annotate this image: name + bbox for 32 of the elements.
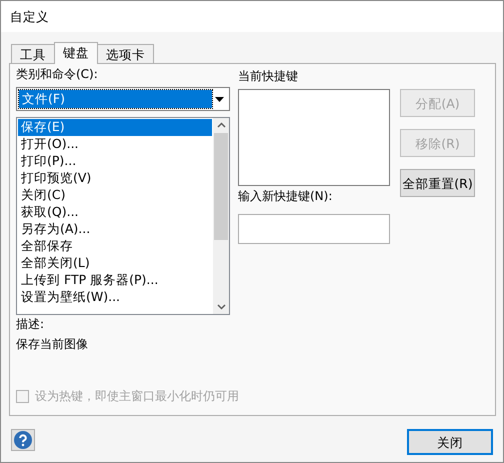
window-title: 自定义	[10, 9, 49, 24]
tab[interactable]: 选项卡	[97, 44, 154, 63]
help-icon	[14, 430, 32, 448]
list-item[interactable]: 打开(O)...	[18, 136, 212, 154]
list-item[interactable]: 关闭(C)	[18, 187, 212, 204]
description-text: 保存当前图像	[16, 336, 89, 352]
list-item[interactable]: 设置为壁纸(W)...	[18, 289, 212, 306]
list-item[interactable]: 上传到 FTP 服务器(P)...	[18, 272, 212, 290]
dropdown-arrow-icon	[215, 96, 224, 102]
list-item[interactable]: 获取(Q)...	[18, 204, 212, 222]
description-label: 描述:	[16, 317, 46, 332]
list-item[interactable]: 打印(P)...	[18, 153, 212, 170]
scrollbar[interactable]	[213, 118, 229, 314]
command-list[interactable]: 保存(E) 打开(O)... 打印(P)... 打印预览(V) 关闭(C) 获取(Q)... 另存为(A)... 全部保存 全部关闭(L) 上传到 FTP 服务器(P)... 设置为壁纸(W)...	[16, 117, 230, 316]
shortcut-input-field[interactable]	[238, 214, 390, 244]
tab[interactable]: 工具	[11, 44, 55, 63]
list-item[interactable]: 全部保存	[18, 238, 212, 256]
list-item[interactable]: 保存(E)	[18, 119, 212, 136]
field-label: 当前快捷键	[238, 69, 299, 84]
tab[interactable]: 键盘	[54, 42, 98, 64]
reset-all-button[interactable]: 全部重置(R)	[400, 169, 475, 197]
category-dropdown[interactable]: 文件(F)	[16, 87, 230, 112]
close-button[interactable]: 关闭	[407, 429, 493, 455]
list-item[interactable]: 另存为(A)...	[18, 221, 212, 238]
field-label: 输入新快捷键(N):	[238, 189, 334, 204]
list-item[interactable]: 打印预览(V)	[18, 170, 212, 188]
help-button[interactable]	[11, 428, 35, 450]
current-shortcut-list[interactable]	[238, 89, 390, 186]
list-item[interactable]: 全部关闭(L)	[18, 255, 212, 272]
field-label: 类别和命令(C):	[16, 67, 99, 82]
checkbox-label: 设为热键，即使主窗口最小化时仍可用	[35, 389, 239, 404]
scrollbar-thumb[interactable]	[214, 133, 228, 240]
